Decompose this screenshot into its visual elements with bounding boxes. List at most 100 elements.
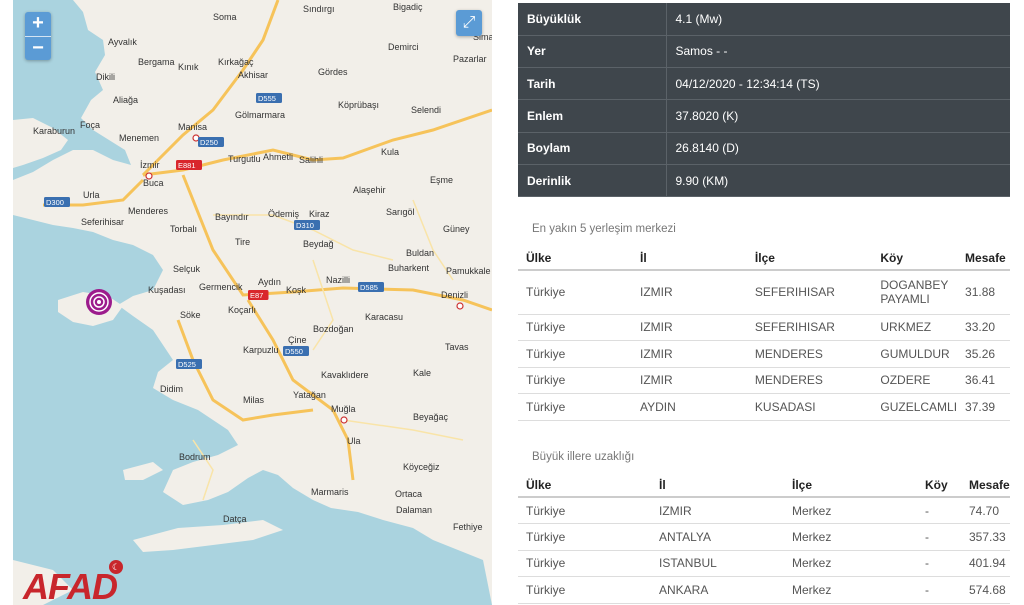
map-place-label: Manisa <box>178 122 207 132</box>
map-place-label: Kuşadası <box>148 285 186 295</box>
map-place-label: Ula <box>347 436 361 446</box>
map-place-label: Aydın <box>258 277 281 287</box>
map-place-label: Kale <box>413 368 431 378</box>
map-place-label: Buca <box>143 178 164 188</box>
table-cell: Türkiye <box>518 314 632 341</box>
map-place-label: Demirci <box>388 42 419 52</box>
map-place-label: Nazilli <box>326 275 350 285</box>
map-place-label: Bozdoğan <box>313 324 354 334</box>
map-place-label: Bayındır <box>215 212 249 222</box>
map-place-label: Köyceğiz <box>403 462 440 472</box>
table-cell: 74.70 <box>961 497 1010 524</box>
map-place-label: Bergama <box>138 57 175 67</box>
table-cell: Türkiye <box>518 393 632 421</box>
fullscreen-icon[interactable]: ⤢ <box>456 10 482 36</box>
map-place-label: Seferihisar <box>81 217 124 227</box>
map-place-label: Menemen <box>119 133 159 143</box>
table-cell: GUZELCAMLI <box>872 393 958 421</box>
map-place-label: Koşk <box>286 285 307 295</box>
table-cell: - <box>917 550 961 577</box>
map-place-label: Selendi <box>411 105 441 115</box>
detail-value: 9.90 (KM) <box>666 164 1010 198</box>
map-place-label: Ortaca <box>395 489 422 499</box>
map-place-label: Tire <box>235 237 250 247</box>
map-place-label: Soma <box>213 12 237 22</box>
detail-row: Tarih 04/12/2020 - 12:34:14 (TS) <box>518 67 1010 101</box>
map-place-label: Alaşehir <box>353 185 386 195</box>
map-place-label: Tavas <box>445 342 469 352</box>
road-shield: D585 <box>358 282 384 292</box>
map-place-label: Beydağ <box>303 239 334 249</box>
major-cities-title: Büyük illere uzaklığı <box>532 451 635 463</box>
map-place-label: Ödemiş <box>268 209 300 219</box>
detail-key: Büyüklük <box>518 3 667 36</box>
turkish-flag-icon: ☾ <box>109 560 123 574</box>
map-place-label: Gördes <box>318 67 348 77</box>
zoom-in-button[interactable]: + <box>25 12 51 36</box>
road-label: D310 <box>296 221 314 230</box>
table-cell: OZDERE <box>872 367 958 394</box>
map-place-label: Güney <box>443 224 470 234</box>
map-place-label: Ayvalık <box>108 37 137 47</box>
map-place-label: Gölmarmara <box>235 110 285 120</box>
map-base: Soma Sındırgı Bigadiç AyvalıkBergama Kınık Kı… <box>13 0 492 605</box>
column-header: Ülke <box>518 246 632 271</box>
table-cell: Merkez <box>784 523 917 551</box>
table-cell: URKMEZ <box>872 314 958 341</box>
zoom-out-button[interactable]: − <box>25 36 51 60</box>
map-place-label: Urla <box>83 190 100 200</box>
map-place-label: Karacasu <box>365 312 403 322</box>
nearest-settlements-table: Ülke İl İlçe Köy Mesafe Türkiye IZMIR SEFERIHI… <box>518 246 1010 421</box>
map-place-label: Didim <box>160 384 183 394</box>
table-cell: - <box>917 576 961 604</box>
table-cell: - <box>917 497 961 524</box>
column-header: Mesafe <box>957 246 1010 271</box>
map-place-label: Eşme <box>430 175 453 185</box>
table-cell: SEFERIHISAR <box>746 270 873 315</box>
map-place-label: Salihli <box>299 155 323 165</box>
detail-row: Boylam 26.8140 (D) <box>518 132 1010 165</box>
road-label: E87 <box>250 291 263 300</box>
detail-key: Derinlik <box>518 164 667 198</box>
map-place-label: Marmaris <box>311 487 349 497</box>
map-place-label: İzmir <box>140 160 160 170</box>
zoom-control: + − <box>25 12 51 60</box>
map-place-label: Kavaklıdere <box>321 370 369 380</box>
column-header: Ülke <box>518 473 651 498</box>
table-cell: IZMIR <box>632 270 747 315</box>
column-header: İl <box>651 473 784 498</box>
road-label: D585 <box>360 283 378 292</box>
table-cell: ANKARA <box>651 576 784 604</box>
map-place-label: Ahmetli <box>263 152 293 162</box>
road-shield: E87 <box>248 290 269 300</box>
detail-row: Derinlik 9.90 (KM) <box>518 164 1010 198</box>
map-place-label: Milas <box>243 395 265 405</box>
table-cell: Merkez <box>784 497 917 524</box>
map-place-label: Aliağa <box>113 95 138 105</box>
map-place-label: Karaburun <box>33 126 75 136</box>
map-place-label: Denizli <box>441 290 468 300</box>
table-cell: IZMIR <box>651 497 784 524</box>
detail-key: Enlem <box>518 99 667 133</box>
table-row: Türkiye ANTALYA Merkez -357.33 <box>518 523 1010 551</box>
earthquake-map[interactable]: Soma Sındırgı Bigadiç Ayvalık Bergama Kınık Kı… <box>13 0 492 605</box>
detail-value: 4.1 (Mw) <box>666 3 1010 36</box>
table-row: Türkiye IZMIR MENDERES GUMULDUR 35.26 <box>518 340 1010 368</box>
table-cell: Türkiye <box>518 497 651 524</box>
map-place-label: Menderes <box>128 206 169 216</box>
map-place-label: Kınık <box>178 62 199 72</box>
map-place-label: Muğla <box>331 404 356 414</box>
table-row: Türkiye IZMIR Merkez -74.70 <box>518 497 1010 524</box>
table-cell: Türkiye <box>518 550 651 577</box>
map-place-label: Sarıgöl <box>386 207 415 217</box>
map-place-label: Çine <box>288 335 307 345</box>
map-place-label: Kula <box>381 147 399 157</box>
table-row: Türkiye AYDIN KUSADASI GUZELCAMLI 37.39 <box>518 393 1010 421</box>
detail-key: Tarih <box>518 67 667 101</box>
map-place-label: Torbalı <box>170 224 197 234</box>
table-cell: GUMULDUR <box>872 340 958 368</box>
road-shield: D250 <box>198 137 224 147</box>
afad-logo: AFAD <box>23 566 118 605</box>
detail-row: Enlem 37.8020 (K) <box>518 99 1010 133</box>
table-cell: IZMIR <box>632 314 747 341</box>
